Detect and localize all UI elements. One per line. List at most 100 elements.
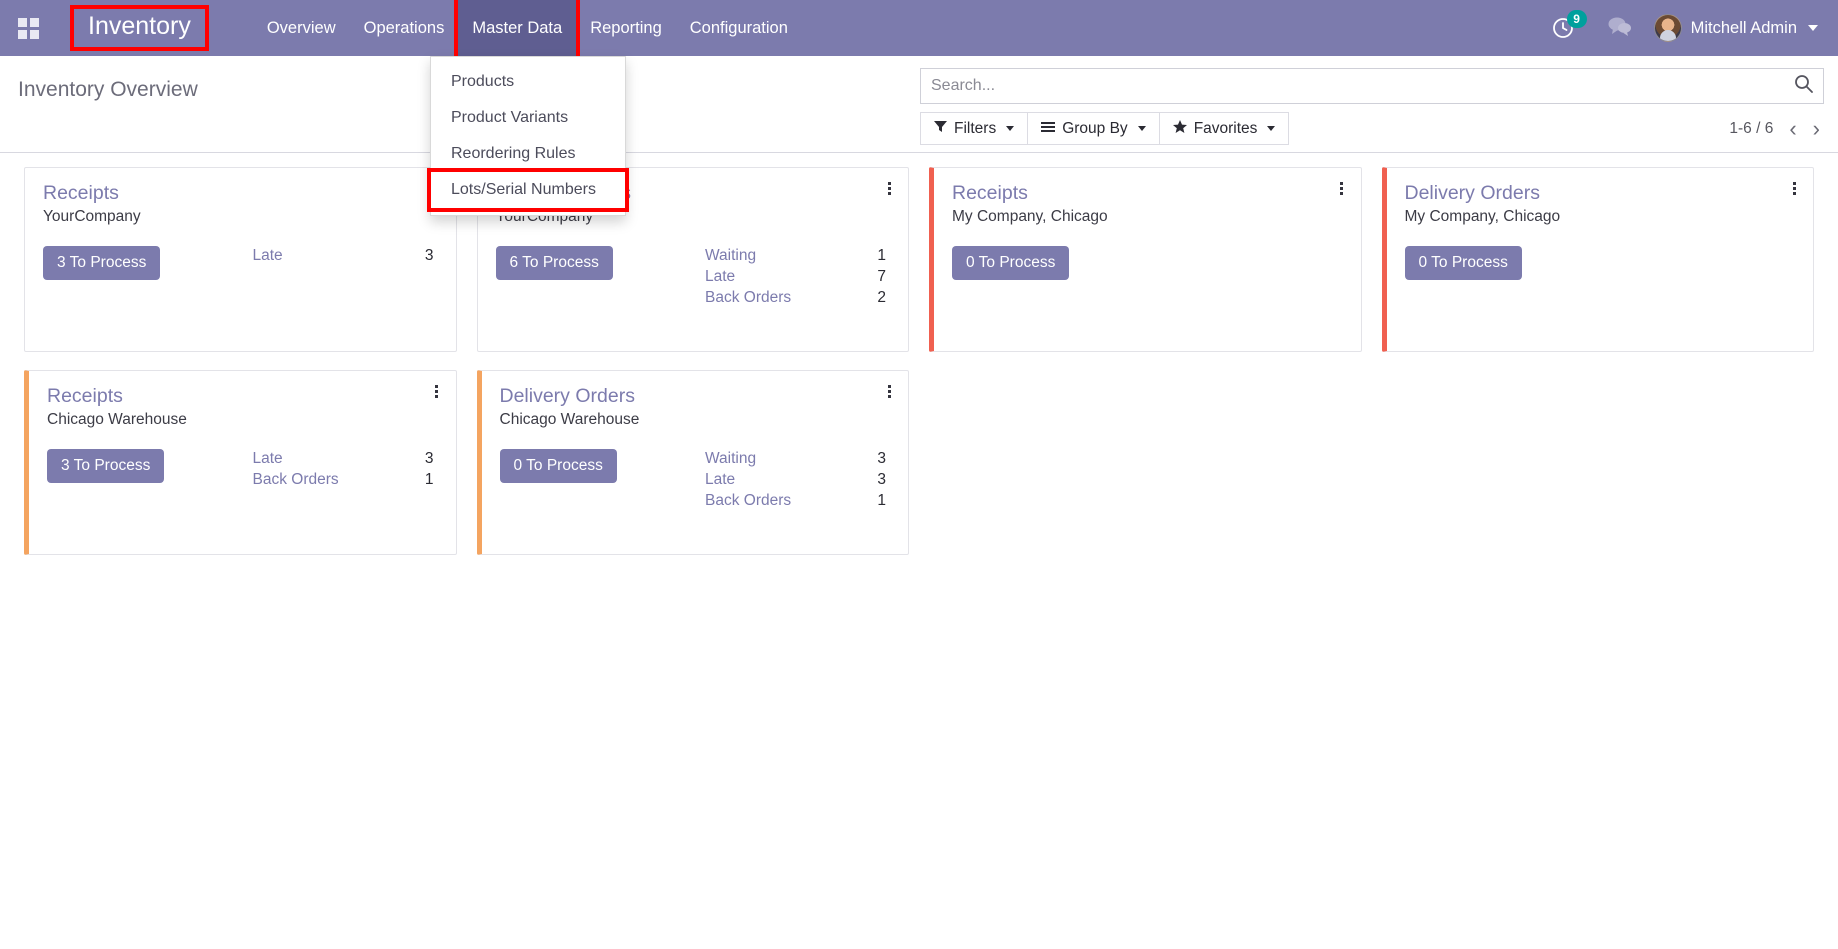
group-by-icon <box>1041 120 1056 138</box>
favorites-label: Favorites <box>1193 119 1258 137</box>
top-navbar: Inventory Overview Operations Master Dat… <box>0 0 1838 216</box>
filter-icon <box>934 120 947 138</box>
card-stats: Late 3 Back Orders 1 <box>253 449 438 491</box>
card-stat-label[interactable]: Late <box>253 246 283 267</box>
card-stat-row: Back Orders 1 <box>705 491 886 512</box>
chevron-down-icon <box>1808 25 1818 31</box>
card-to-process-button[interactable]: 0 To Process <box>952 246 1070 281</box>
navbar-right-tools: 9 Mitchell Admin <box>1551 10 1838 43</box>
control-panel-right: Filters Group By <box>920 68 1824 145</box>
card-kebab-menu-icon[interactable] <box>1787 178 1801 198</box>
card-body: 0 To Process <box>1404 246 1796 281</box>
card-subtitle: YourCompany <box>43 208 141 226</box>
pager-range[interactable]: 1-6 / 6 <box>1729 120 1773 138</box>
menu-item-master-data[interactable]: Master Data <box>454 0 581 60</box>
kanban-board: ReceiptsYourCompany3 To ProcessLate3Deli… <box>0 153 1838 949</box>
filter-button-row: Filters Group By Favorites 1-6 / 6 ‹ › <box>920 112 1824 145</box>
pager-previous-icon[interactable]: ‹ <box>1789 117 1796 140</box>
favorites-button[interactable]: Favorites <box>1159 112 1290 145</box>
activity-count-badge: 9 <box>1566 10 1587 28</box>
card-title[interactable]: Receipts <box>47 385 438 407</box>
dropdown-item-lots-serial-numbers[interactable]: Lots/Serial Numbers <box>427 168 629 212</box>
card-stat-row: Back Orders 2 <box>705 288 886 309</box>
card-stat-label[interactable]: Back Orders <box>705 491 791 512</box>
card-subtitle: My Company, Chicago <box>952 208 1108 226</box>
card-title[interactable]: Receipts <box>43 182 438 204</box>
card-stat-label[interactable]: Back Orders <box>253 470 339 491</box>
menu-item-configuration[interactable]: Configuration <box>676 0 802 56</box>
search-input[interactable] <box>931 77 1786 95</box>
card-kebab-menu-icon[interactable] <box>882 178 896 198</box>
card-to-process-button[interactable]: 3 To Process <box>47 449 165 484</box>
card-subtitle: Chicago Warehouse <box>47 411 187 429</box>
search-row <box>920 68 1824 104</box>
card-stat-row: Back Orders 1 <box>253 470 434 491</box>
card-stat-row: Waiting 3 <box>705 449 886 470</box>
avatar <box>1653 14 1682 42</box>
card-body: 0 To Process <box>952 246 1343 281</box>
chevron-down-icon <box>1006 126 1015 131</box>
card-kebab-menu-icon[interactable] <box>430 381 444 401</box>
dropdown-item-product-variants[interactable]: Product Variants <box>431 100 625 136</box>
kanban-card[interactable]: Delivery Orders My Company, Chicago 0 To P… <box>1381 167 1814 352</box>
activities-clock-icon[interactable]: 9 <box>1551 10 1587 43</box>
search-options-group: Filters Group By Favorites <box>920 112 1290 145</box>
card-stat-row: Late 3 <box>705 470 886 491</box>
card-stat-row: Late 3 <box>253 449 434 470</box>
card-title[interactable]: Delivery Orders <box>1405 182 1796 204</box>
kanban-card[interactable]: Receipts YourCompany 3 To Process Late 3 <box>24 167 457 352</box>
card-to-process-button[interactable]: 0 To Process <box>499 449 617 484</box>
menu-item-operations[interactable]: Operations <box>350 0 459 56</box>
master-data-dropdown-menu: Products Product Variants Reordering Rul… <box>427 56 629 216</box>
filters-label: Filters <box>954 119 997 137</box>
kanban-card[interactable]: Delivery Orders Chicago Warehouse 0 To Pro… <box>476 370 909 555</box>
user-menu[interactable]: Mitchell Admin <box>1653 14 1818 42</box>
card-stat-value: 3 <box>877 471 886 489</box>
card-stat-row: Late 3 <box>253 246 434 267</box>
card-stats: Late 3 <box>253 246 438 267</box>
pager-next-icon[interactable]: › <box>1813 117 1820 140</box>
app-brand-inventory[interactable]: Inventory <box>70 5 209 51</box>
card-stats: Waiting 3 Late 3 Back Orders 1 <box>705 449 890 512</box>
group-by-button[interactable]: Group By <box>1028 112 1160 145</box>
page-title: Inventory Overview <box>18 78 198 101</box>
card-stat-label[interactable]: Waiting <box>705 246 756 267</box>
card-stat-value: 7 <box>877 268 886 286</box>
chevron-down-icon <box>1267 126 1276 131</box>
card-stat-label[interactable]: Waiting <box>705 449 756 470</box>
card-kebab-menu-icon[interactable] <box>1335 178 1349 198</box>
kanban-card[interactable]: Receipts Chicago Warehouse 3 To Process Lat… <box>24 370 457 555</box>
card-to-process-button[interactable]: 3 To Process <box>43 246 161 281</box>
card-stat-value: 3 <box>877 450 886 468</box>
card-kebab-menu-icon[interactable] <box>882 381 896 401</box>
kanban-card-slot: Delivery Orders Chicago Warehouse 0 To Pro… <box>467 370 920 573</box>
card-subtitle: My Company, Chicago <box>1404 208 1561 226</box>
dropdown-item-reordering-rules[interactable]: Reordering Rules <box>431 136 625 172</box>
card-stat-value: 1 <box>424 471 434 489</box>
apps-grid-icon[interactable] <box>0 0 56 56</box>
card-to-process-button[interactable]: 0 To Process <box>1404 246 1522 281</box>
main-menu: Overview Operations Master Data Reportin… <box>253 0 802 60</box>
group-by-label: Group By <box>1062 119 1128 137</box>
card-stat-label[interactable]: Late <box>705 267 735 288</box>
messages-chat-icon[interactable] <box>1607 15 1632 42</box>
search-icon[interactable] <box>1794 74 1813 99</box>
pager: 1-6 / 6 ‹ › <box>1729 117 1824 140</box>
card-stat-label[interactable]: Late <box>705 470 735 491</box>
kanban-card[interactable]: Receipts My Company, Chicago 0 To Process <box>929 167 1362 352</box>
card-stat-row: Late 7 <box>705 267 886 288</box>
card-body: 3 To Process Late 3 Back Orders 1 <box>47 449 438 491</box>
kanban-card-slot: Delivery Orders My Company, Chicago 0 To P… <box>1372 167 1825 370</box>
menu-item-reporting[interactable]: Reporting <box>576 0 676 56</box>
card-stat-label[interactable]: Back Orders <box>705 288 791 309</box>
card-title[interactable]: Receipts <box>952 182 1343 204</box>
card-to-process-button[interactable]: 6 To Process <box>495 246 613 281</box>
card-stat-value: 1 <box>877 492 886 510</box>
menu-item-overview[interactable]: Overview <box>253 0 350 56</box>
card-stat-label[interactable]: Late <box>253 449 283 470</box>
dropdown-item-products[interactable]: Products <box>431 64 625 100</box>
card-title[interactable]: Delivery Orders <box>500 385 891 407</box>
card-body: 6 To Process Waiting 1 Late 7 Back Orders 2 <box>495 246 891 309</box>
search-box[interactable] <box>920 68 1824 104</box>
filters-button[interactable]: Filters <box>920 112 1029 145</box>
